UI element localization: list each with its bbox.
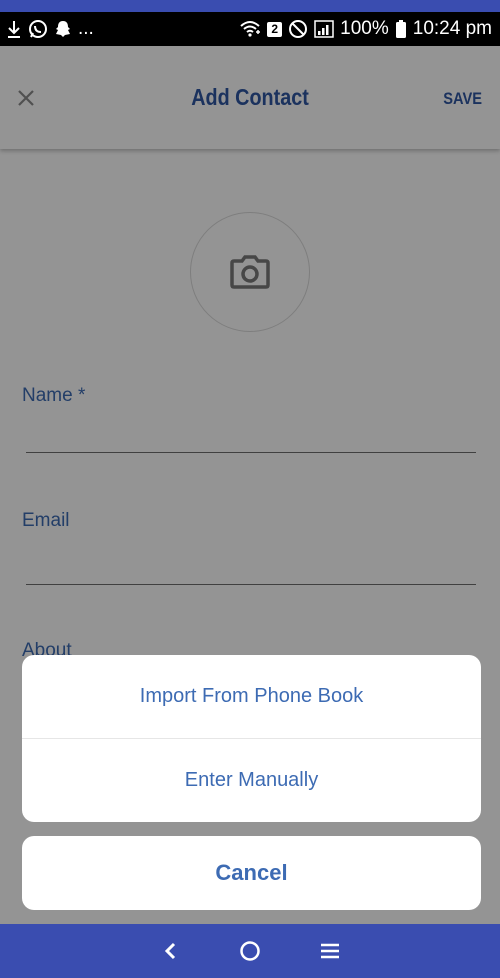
import-from-phone-book-option[interactable]: Import From Phone Book bbox=[22, 655, 481, 738]
system-nav-bar bbox=[0, 924, 500, 978]
back-button[interactable] bbox=[156, 937, 184, 965]
signal-icon bbox=[314, 20, 334, 38]
home-button[interactable] bbox=[236, 937, 264, 965]
more-notifications-indicator: ... bbox=[78, 18, 94, 39]
action-sheet: Import From Phone Book Enter Manually bbox=[22, 655, 481, 822]
snapchat-icon bbox=[54, 19, 72, 39]
top-accent-strip bbox=[0, 0, 500, 12]
recents-button[interactable] bbox=[316, 937, 344, 965]
clock: 10:24 pm bbox=[412, 18, 492, 39]
cancel-button[interactable]: Cancel bbox=[22, 836, 481, 910]
status-right: 2 100% 10:24 pm bbox=[239, 18, 492, 40]
sim-slot-badge: 2 bbox=[267, 21, 283, 37]
download-icon bbox=[6, 19, 22, 39]
battery-icon bbox=[395, 19, 407, 39]
status-bar: ... 2 100% 10:24 pm bbox=[0, 12, 500, 46]
battery-percent: 100% bbox=[340, 18, 389, 39]
home-icon bbox=[240, 941, 260, 961]
recents-icon bbox=[321, 943, 339, 959]
status-left: ... bbox=[6, 18, 94, 40]
wifi-icon bbox=[239, 20, 261, 38]
back-icon bbox=[164, 942, 176, 960]
enter-manually-option[interactable]: Enter Manually bbox=[22, 739, 481, 822]
whatsapp-icon bbox=[28, 19, 48, 39]
do-not-disturb-icon bbox=[288, 19, 308, 39]
